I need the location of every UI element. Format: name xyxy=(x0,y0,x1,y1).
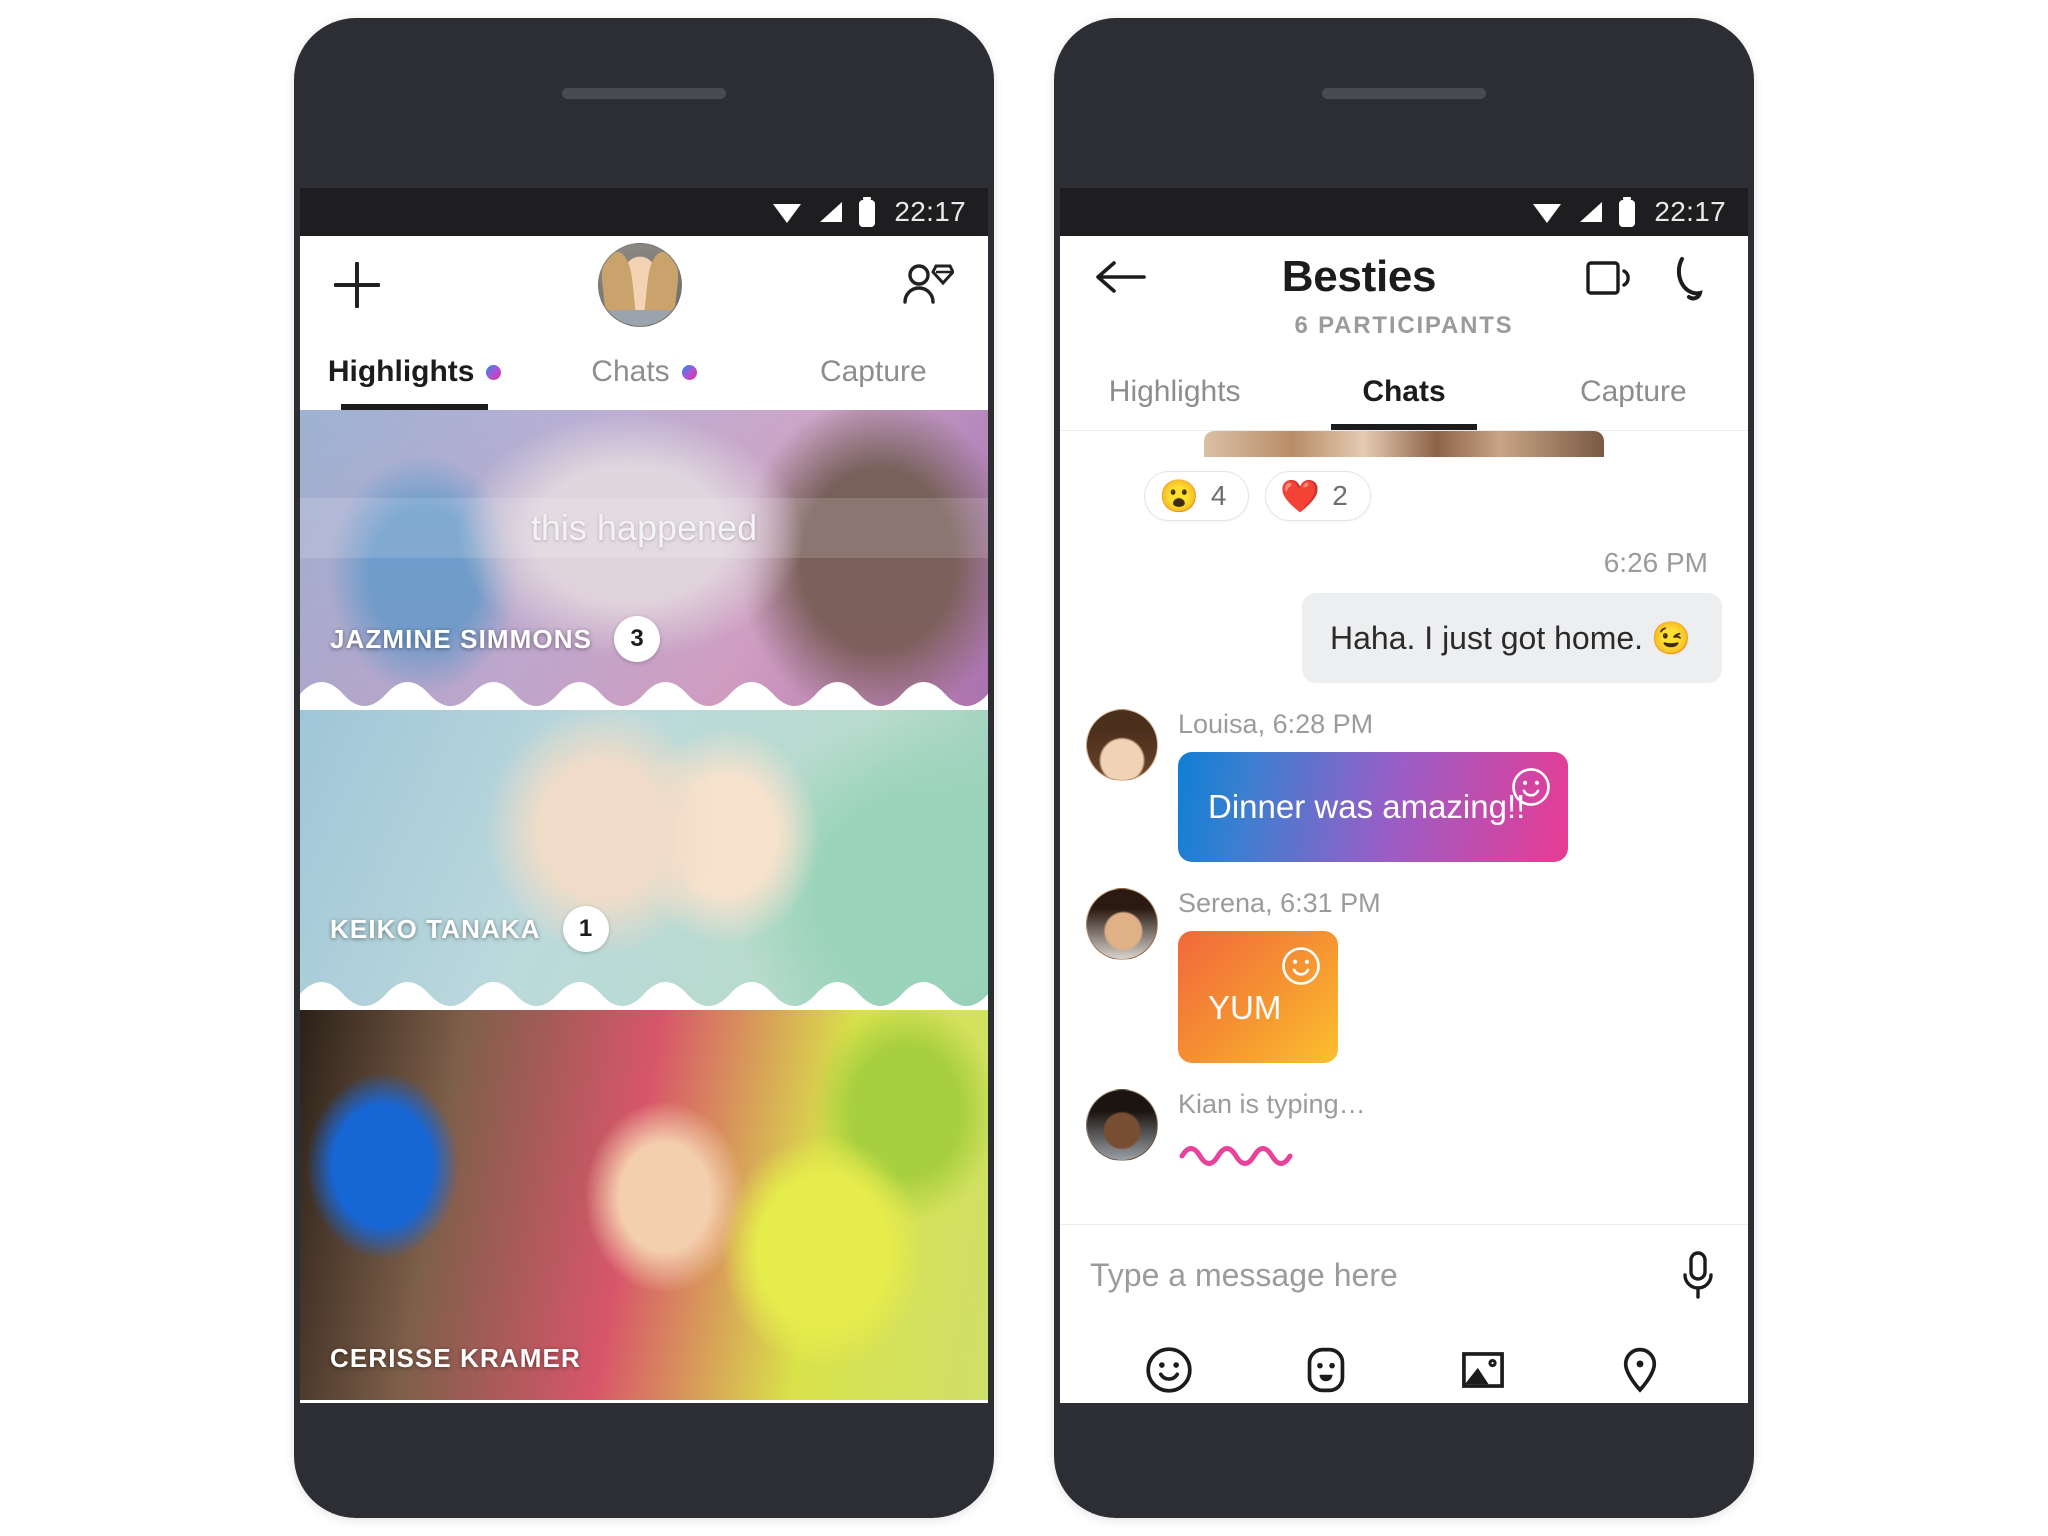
message-list[interactable]: 😮 4 ❤️ 2 6:26 PM Haha. I just got home. … xyxy=(1060,430,1748,1224)
tab-highlights[interactable]: Highlights xyxy=(1060,354,1289,430)
message-bubble-incoming[interactable]: Dinner was amazing!! xyxy=(1178,752,1568,862)
signal-icon xyxy=(820,202,843,222)
avatar[interactable] xyxy=(598,243,682,327)
message-text: YUM xyxy=(1208,989,1282,1026)
chat-app-bar: Besties xyxy=(1060,236,1748,312)
phone-right: 22:17 Besties 6 PARTICIPANTS Highlights … xyxy=(1054,18,1754,1518)
phone-speaker xyxy=(562,88,726,99)
highlight-caption-band: this happened xyxy=(300,498,988,558)
reaction-count: 2 xyxy=(1332,480,1348,511)
microphone-icon[interactable] xyxy=(1678,1249,1718,1301)
tab-chats-label: Chats xyxy=(1362,375,1446,408)
avatar[interactable] xyxy=(1086,709,1158,781)
highlights-list: this happened JAZMINE SIMMONS 3 KEIKO TA… xyxy=(300,410,988,1400)
message-text: Haha. I just got home. xyxy=(1330,619,1644,656)
highlight-name: CERISSE KRAMER xyxy=(330,1343,581,1373)
tab-chats-label: Chats xyxy=(591,355,670,388)
message-bubble-outgoing[interactable]: Haha. I just got home. 😉 xyxy=(1302,593,1722,683)
page-title: Besties xyxy=(1281,252,1437,301)
message-row: Louisa, 6:28 PM Dinner was amazing!! xyxy=(1086,709,1722,862)
tab-chats[interactable]: Chats xyxy=(1289,354,1518,430)
highlight-caption: this happened xyxy=(530,507,758,548)
phone-left-screen: 22:17 Highlights Chats Capture this happ… xyxy=(300,188,988,1403)
emoji-icon[interactable] xyxy=(1143,1344,1195,1396)
message-sender-time: Louisa, 6:28 PM xyxy=(1178,709,1374,739)
phone-call-icon[interactable] xyxy=(1672,253,1714,301)
phone-speaker xyxy=(1322,88,1486,99)
status-bar-time: 22:17 xyxy=(894,196,966,227)
avatar[interactable] xyxy=(1086,888,1158,960)
chat-actions xyxy=(1554,253,1714,301)
highlight-photo xyxy=(300,710,988,1010)
reaction-chip[interactable]: ❤️ 2 xyxy=(1265,471,1371,521)
status-bar-right: 22:17 xyxy=(1060,188,1748,236)
location-pin-icon[interactable] xyxy=(1614,1344,1666,1396)
left-tab-bar: Highlights Chats Capture xyxy=(300,334,988,410)
tab-highlights-dot xyxy=(486,364,502,380)
tab-highlights[interactable]: Highlights xyxy=(300,334,529,410)
highlight-meta: JAZMINE SIMMONS 3 xyxy=(330,616,661,662)
back-arrow-icon[interactable] xyxy=(1094,257,1146,297)
photo-message-preview[interactable] xyxy=(1204,431,1604,457)
highlight-photo xyxy=(300,1010,988,1400)
message-row: Serena, 6:31 PM YUM xyxy=(1086,888,1722,1063)
tab-capture-label: Capture xyxy=(819,355,927,388)
tab-capture-label: Capture xyxy=(1579,375,1687,408)
left-app-bar xyxy=(300,236,988,334)
highlight-card[interactable]: this happened JAZMINE SIMMONS 3 xyxy=(300,410,988,710)
wave-divider xyxy=(300,682,988,710)
image-icon[interactable] xyxy=(1457,1344,1509,1396)
status-bar-time: 22:17 xyxy=(1654,196,1726,227)
status-bar-left: 22:17 xyxy=(300,188,988,236)
message-text: Dinner was amazing!! xyxy=(1208,788,1526,825)
battery-icon xyxy=(1619,197,1636,227)
phone-right-screen: 22:17 Besties 6 PARTICIPANTS Highlights … xyxy=(1060,188,1748,1403)
participants-count: 6 PARTICIPANTS xyxy=(1060,312,1748,354)
status-badge: 3 xyxy=(614,616,661,662)
message-bubble-incoming[interactable]: YUM xyxy=(1178,931,1338,1063)
status-badge: 1 xyxy=(562,906,609,952)
tab-capture[interactable]: Capture xyxy=(759,334,988,410)
right-tab-bar: Highlights Chats Capture xyxy=(1060,354,1748,430)
wifi-icon xyxy=(1533,204,1562,223)
moji-face-icon[interactable] xyxy=(1300,1344,1352,1396)
surprised-emoji: 😮 xyxy=(1159,478,1199,514)
typing-wave-icon xyxy=(1179,1146,1293,1166)
phone-left: 22:17 Highlights Chats Capture this happ… xyxy=(294,18,994,1518)
message-composer xyxy=(1060,1224,1748,1403)
heart-emoji: ❤️ xyxy=(1280,478,1321,514)
screenshot-stage: 22:17 Highlights Chats Capture this happ… xyxy=(0,0,2048,1536)
highlight-meta: CERISSE KRAMER xyxy=(330,1343,581,1374)
wink-emoji: 😉 xyxy=(1651,620,1691,656)
add-reaction-icon[interactable] xyxy=(1280,945,1322,987)
avatar[interactable] xyxy=(1086,1089,1158,1161)
tab-highlights-label: Highlights xyxy=(327,355,475,388)
add-friend-icon[interactable] xyxy=(900,260,954,310)
tab-chats[interactable]: Chats xyxy=(529,334,758,410)
highlight-name: JAZMINE SIMMONS xyxy=(330,623,593,654)
message-timestamp: 6:26 PM xyxy=(1603,547,1708,578)
reaction-chip[interactable]: 😮 4 xyxy=(1144,471,1250,521)
typing-indicator-row: Kian is typing… xyxy=(1086,1089,1722,1177)
plus-icon[interactable] xyxy=(334,262,380,308)
wave-divider xyxy=(300,982,988,1010)
add-reaction-icon[interactable] xyxy=(1510,766,1552,808)
highlight-name: KEIKO TANAKA xyxy=(330,913,541,944)
reaction-count: 4 xyxy=(1210,480,1227,511)
typing-indicator-text: Kian is typing… xyxy=(1178,1089,1366,1119)
signal-icon xyxy=(1580,202,1603,222)
highlight-meta: KEIKO TANAKA 1 xyxy=(330,906,609,952)
highlight-card[interactable]: CERISSE KRAMER xyxy=(300,1010,988,1400)
wifi-icon xyxy=(773,204,802,223)
battery-icon xyxy=(859,197,876,227)
tab-capture[interactable]: Capture xyxy=(1519,354,1748,430)
tab-chats-dot xyxy=(681,364,697,380)
reaction-bar: 😮 4 ❤️ 2 xyxy=(1144,471,1722,521)
message-input[interactable] xyxy=(1090,1256,1658,1294)
highlight-photo xyxy=(300,410,988,710)
message-sender-time: Serena, 6:31 PM xyxy=(1178,888,1381,918)
tab-highlights-label: Highlights xyxy=(1108,375,1241,408)
highlight-card[interactable]: KEIKO TANAKA 1 xyxy=(300,710,988,1010)
video-call-icon[interactable] xyxy=(1584,255,1638,299)
